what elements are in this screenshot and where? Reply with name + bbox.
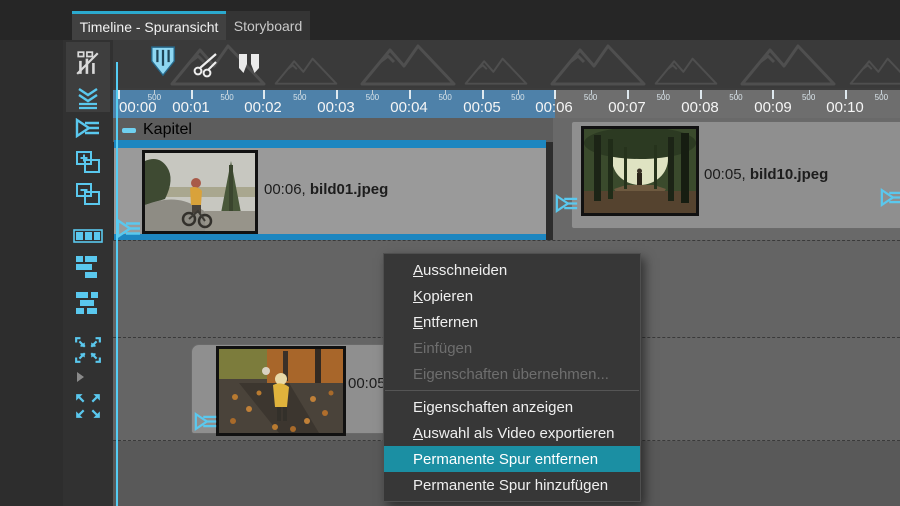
range-marker-icon <box>149 46 177 80</box>
expand-view-button[interactable] <box>66 390 110 422</box>
ruler-major-tick <box>700 90 702 99</box>
ruler-major-tick <box>482 90 484 99</box>
ruler-half-label: 500 <box>802 93 815 102</box>
clip-bild01-selected[interactable]: 00:06, bild01.jpeg <box>114 140 546 242</box>
track-strip-icon <box>73 229 103 243</box>
clip-bild01-track-icon <box>116 218 142 239</box>
insert-track-icon <box>76 86 100 110</box>
ruler-time-label: 00:08 <box>681 99 719 116</box>
clip-bild10[interactable]: 00:05, bild10.jpeg <box>571 121 900 229</box>
group-objects-icon <box>75 182 101 206</box>
objects-layout-b-button[interactable] <box>66 288 110 318</box>
ruler-time-label: 00:07 <box>608 99 646 116</box>
ruler-major-tick <box>627 90 629 99</box>
stats-disabled-button[interactable] <box>66 42 110 84</box>
ruler-major-tick <box>118 90 120 99</box>
submenu-arrow-icon <box>77 372 84 382</box>
menu-item-einfuegen: Einfügen <box>384 335 640 361</box>
add-object-button[interactable] <box>66 148 110 176</box>
ruler-half-label: 500 <box>875 93 888 102</box>
ruler-time-label: 00:09 <box>754 99 792 116</box>
menu-item-eigenschaften-anzeigen[interactable]: Eigenschaften anzeigen <box>384 394 640 420</box>
ruler-major-tick <box>554 90 556 99</box>
menu-item-entfernen[interactable]: Entfernen <box>384 309 640 335</box>
chapter-marker-icon <box>122 128 136 133</box>
arrange-track-icon <box>75 118 101 138</box>
clip-autumn-track-icon <box>194 412 218 431</box>
ruler-half-label: 500 <box>729 93 742 102</box>
arrange-track-button[interactable] <box>66 116 110 140</box>
ruler-time-label: 00:10 <box>826 99 864 116</box>
insert-track-button[interactable] <box>66 84 110 112</box>
ruler-major-tick <box>409 90 411 99</box>
ruler-half-label: 500 <box>511 93 524 102</box>
clip-bild10-label: 00:05, bild10.jpeg <box>704 166 828 183</box>
add-object-icon <box>75 150 101 174</box>
menu-item-kopieren[interactable]: Kopieren <box>384 283 640 309</box>
playhead-line[interactable] <box>116 62 118 506</box>
menu-item-permanente-spur-entfernen[interactable]: Permanente Spur entfernen <box>384 446 640 472</box>
ruler-time-label: 00:03 <box>317 99 355 116</box>
ruler-major-tick <box>845 90 847 99</box>
stats-disabled-icon <box>75 50 101 76</box>
menu-item-ausschneiden[interactable]: Ausschneiden <box>384 257 640 283</box>
ruler-major-tick <box>336 90 338 99</box>
timeline-ruler[interactable]: 500500500500500500500500500500500 00:00 … <box>113 88 900 118</box>
objects-layout-a-icon <box>75 255 101 279</box>
ruler-time-label: 00:01 <box>172 99 210 116</box>
clip-bild01-thumbnail <box>142 150 258 234</box>
clip-bild01-label: 00:06, bild01.jpeg <box>264 181 388 198</box>
context-menu: Ausschneiden Kopieren Entfernen Einfügen… <box>383 253 641 502</box>
shrink-view-button[interactable] <box>66 334 110 366</box>
group-objects-button[interactable] <box>66 180 110 208</box>
ruler-half-label: 500 <box>438 93 451 102</box>
ruler-major-tick <box>263 90 265 99</box>
track-strip-button[interactable] <box>66 226 110 246</box>
ruler-time-label: 00:06 <box>535 99 573 116</box>
ruler-time-label: 00:02 <box>244 99 282 116</box>
menu-separator <box>385 390 639 391</box>
clip-autumn-thumbnail <box>216 346 346 436</box>
split-object-icon <box>237 53 261 75</box>
shrink-view-icon <box>74 336 102 364</box>
expand-view-icon <box>74 392 102 420</box>
video-editor-timeline-window: Timeline - Spuransicht Storyboard <box>0 0 900 506</box>
ruler-half-label: 500 <box>584 93 597 102</box>
ruler-major-tick <box>772 90 774 99</box>
clip-bild10-track-icon <box>555 194 579 213</box>
menu-item-permanente-spur-hinzufuegen[interactable]: Permanente Spur hinzufügen <box>384 472 640 498</box>
ruler-major-tick <box>191 90 193 99</box>
range-marker-button[interactable] <box>143 40 183 86</box>
ruler-half-label: 500 <box>293 93 306 102</box>
split-button[interactable] <box>229 42 269 86</box>
ruler-time-label: 00:00 <box>119 99 157 116</box>
tab-timeline-spuransicht[interactable]: Timeline - Spuransicht <box>72 11 226 40</box>
scissors-icon <box>191 50 219 78</box>
tab-storyboard[interactable]: Storyboard <box>226 11 310 40</box>
track-continue-icon <box>880 188 900 207</box>
ruler-half-label: 500 <box>366 93 379 102</box>
objects-layout-a-button[interactable] <box>66 252 110 282</box>
ruler-time-label: 00:04 <box>390 99 428 116</box>
chapter-label: Kapitel <box>143 121 192 139</box>
ruler-half-label: 500 <box>220 93 233 102</box>
ruler-half-label: 500 <box>657 93 670 102</box>
objects-layout-b-icon <box>75 291 101 315</box>
menu-item-eigenschaften-uebernehmen: Eigenschaften übernehmen... <box>384 361 640 387</box>
ruler-time-label: 00:05 <box>463 99 501 116</box>
clip-bild10-thumbnail <box>581 126 699 216</box>
cut-button[interactable] <box>185 42 225 86</box>
menu-item-auswahl-exportieren[interactable]: Auswahl als Video exportieren <box>384 420 640 446</box>
timeline-toolbar <box>113 40 900 88</box>
